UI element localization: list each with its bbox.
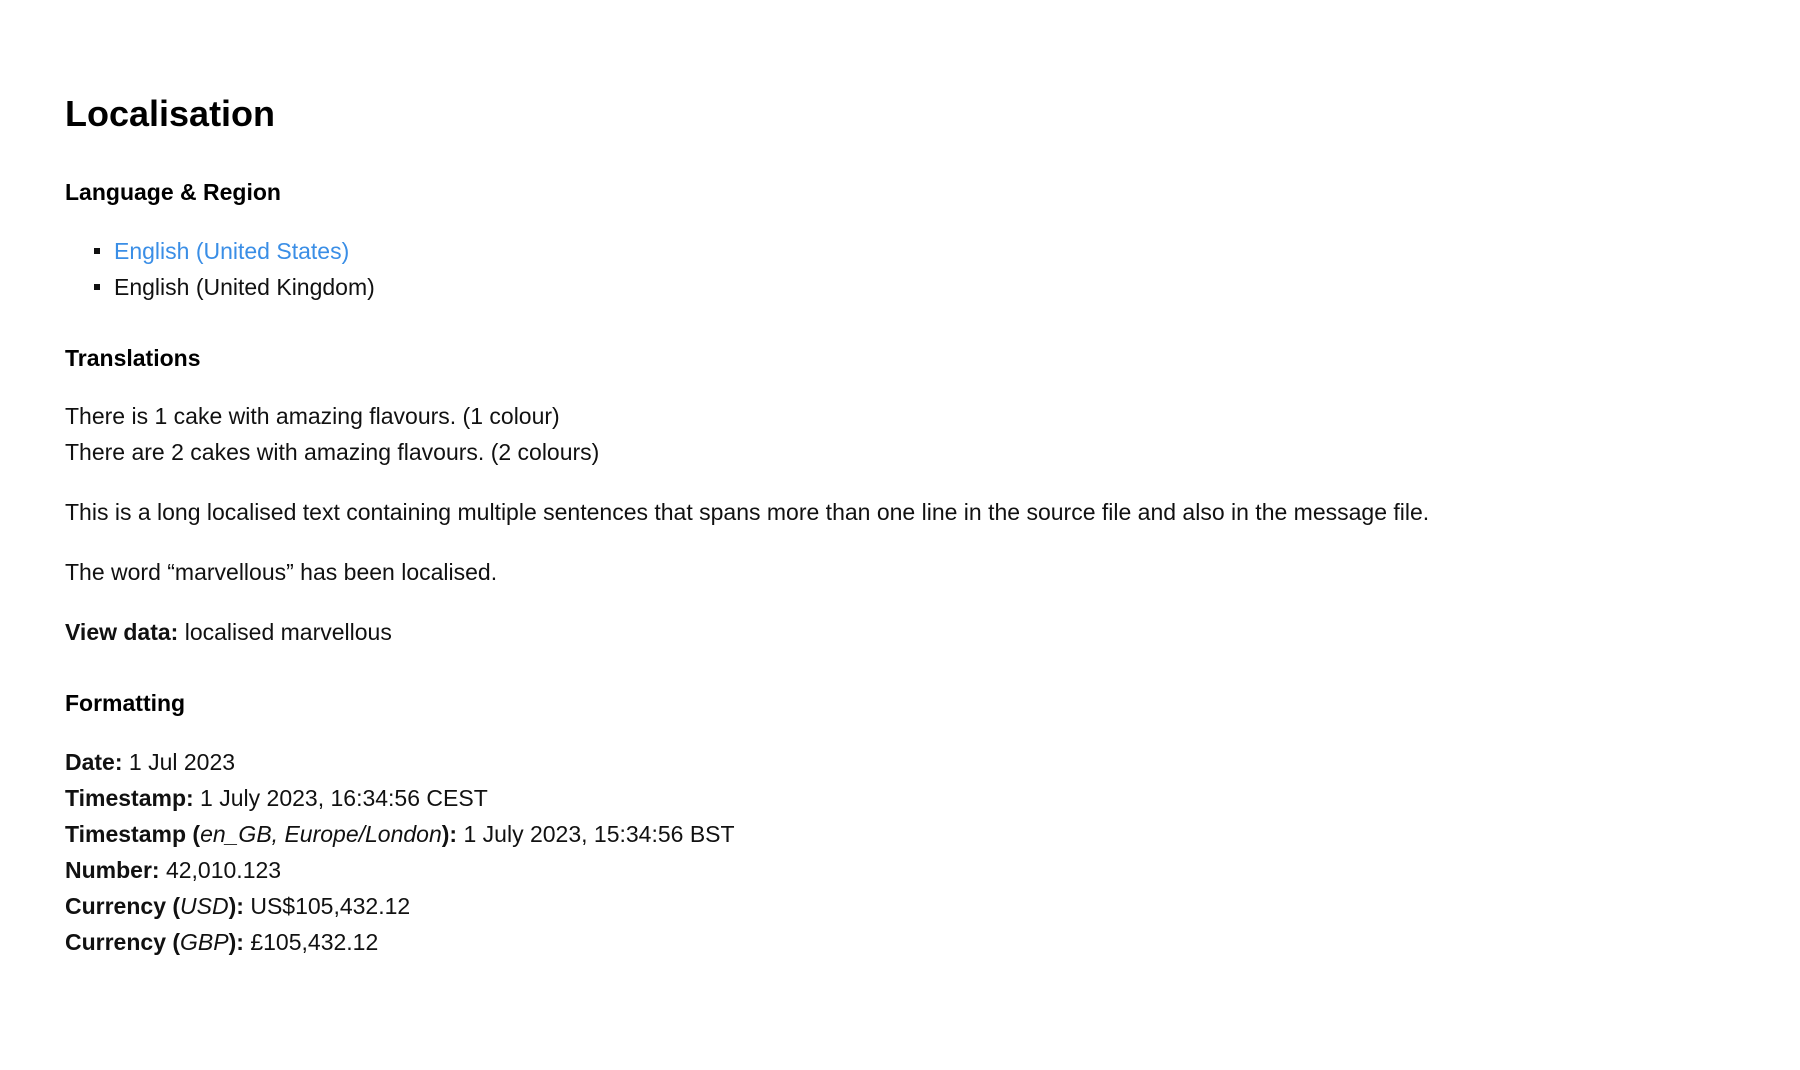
date-value: 1 Jul 2023 bbox=[122, 748, 236, 775]
formatting-section: Formatting Date: 1 Jul 2023 Timestamp: 1… bbox=[65, 690, 1800, 960]
timestamp-line: Timestamp: 1 July 2023, 16:34:56 CEST bbox=[65, 780, 1800, 816]
plural-singular-line: There is 1 cake with amazing flavours. (… bbox=[65, 403, 560, 430]
language-list: English (United States) English (United … bbox=[65, 233, 1800, 305]
page: Localisation Language & Region English (… bbox=[0, 0, 1800, 1070]
plural-plural-line: There are 2 cakes with amazing flavours.… bbox=[65, 439, 600, 466]
currency-usd-arg: USD bbox=[180, 892, 229, 919]
currency-gbp-label-post: ): bbox=[228, 928, 244, 955]
language-item-en-gb: English (United Kingdom) bbox=[94, 269, 1800, 305]
currency-usd-value: US$105,432.12 bbox=[243, 892, 411, 919]
date-line: Date: 1 Jul 2023 bbox=[65, 744, 1800, 780]
language-region-section: Language & Region English (United States… bbox=[65, 179, 1800, 305]
currency-gbp-line: Currency (GBP): £105,432.12 bbox=[65, 924, 1800, 960]
currency-gbp-label-pre: Currency ( bbox=[65, 928, 181, 955]
timestamp-label: Timestamp: bbox=[65, 784, 194, 811]
view-data-line: View data: localised marvellous bbox=[65, 614, 1800, 650]
timestamp-gb-arg: en_GB, Europe/London bbox=[200, 820, 442, 847]
language-link-en-us[interactable]: English (United States) bbox=[114, 238, 349, 264]
currency-gbp-label: Currency (GBP): bbox=[65, 929, 244, 955]
translations-heading: Translations bbox=[65, 344, 201, 371]
currency-usd-label: Currency (USD): bbox=[65, 893, 244, 919]
timestamp-gb-line: Timestamp (en_GB, Europe/London): 1 July… bbox=[65, 816, 1800, 852]
language-region-heading: Language & Region bbox=[65, 179, 281, 206]
translations-section: Translations There is 1 cake with amazin… bbox=[65, 345, 1800, 651]
page-title: Localisation bbox=[65, 93, 276, 134]
currency-usd-line: Currency (USD): US$105,432.12 bbox=[65, 888, 1800, 924]
timestamp-gb-label-pre: Timestamp ( bbox=[65, 820, 201, 847]
language-item-en-us: English (United States) bbox=[94, 233, 1800, 269]
number-value: 42,010.123 bbox=[159, 856, 282, 883]
timestamp-gb-label-post: ): bbox=[441, 820, 458, 847]
long-text-paragraph: This is a long localised text containing… bbox=[65, 499, 1430, 526]
currency-gbp-value: £105,432.12 bbox=[243, 928, 379, 955]
currency-gbp-arg: GBP bbox=[180, 928, 229, 955]
timestamp-value: 1 July 2023, 16:34:56 CEST bbox=[193, 784, 488, 811]
view-data-label: View data: bbox=[65, 619, 179, 646]
number-label: Number: bbox=[65, 856, 160, 883]
date-label: Date: bbox=[65, 748, 123, 775]
timestamp-gb-label: Timestamp (en_GB, Europe/London): bbox=[65, 821, 457, 847]
currency-usd-label-pre: Currency ( bbox=[65, 892, 181, 919]
language-label-en-gb: English (United Kingdom) bbox=[114, 273, 375, 300]
plural-examples: There is 1 cake with amazing flavours. (… bbox=[65, 398, 1800, 470]
view-data-value: localised marvellous bbox=[178, 619, 392, 646]
word-localised-paragraph: The word “marvellous” has been localised… bbox=[65, 559, 498, 586]
formatting-heading: Formatting bbox=[65, 690, 186, 717]
number-line: Number: 42,010.123 bbox=[65, 852, 1800, 888]
timestamp-gb-value: 1 July 2023, 15:34:56 BST bbox=[457, 820, 735, 847]
currency-usd-label-post: ): bbox=[228, 892, 244, 919]
